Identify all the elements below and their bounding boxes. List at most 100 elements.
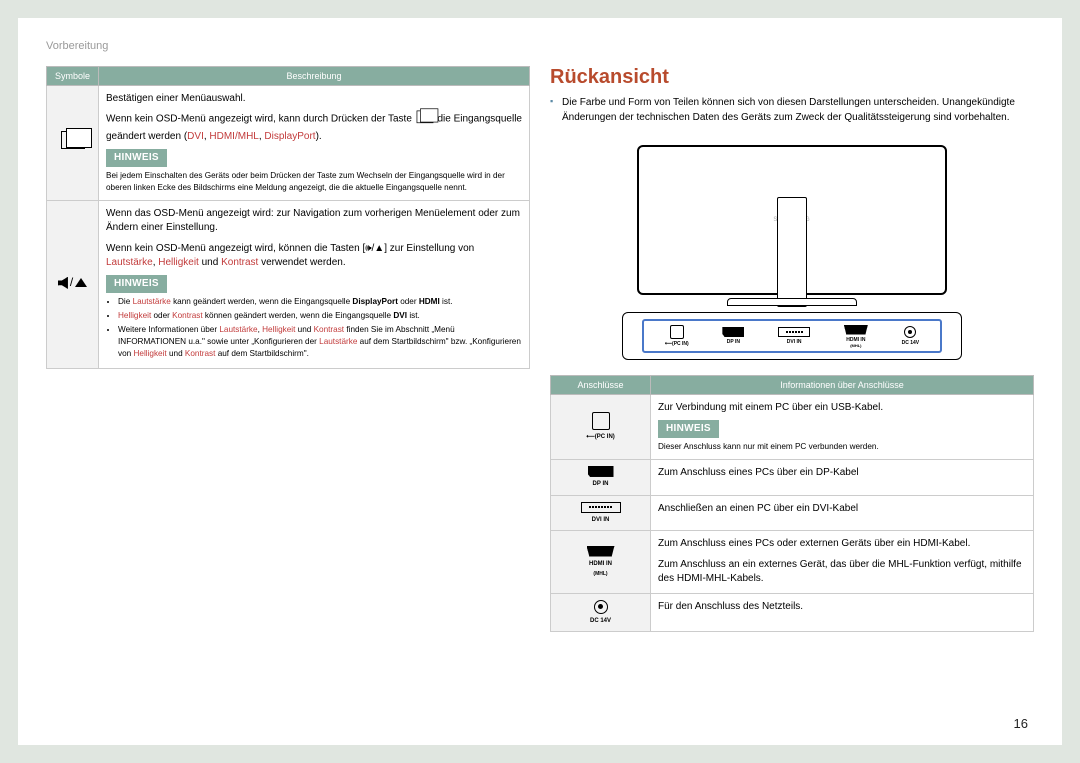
description-cell: Wenn das OSD-Menü angezeigt wird: zur Na… (99, 200, 530, 368)
table-row: DP IN Zum Anschluss eines PCs über ein D… (551, 459, 1034, 495)
connections-table: Anschlüsse Informationen über Anschlüsse… (550, 375, 1034, 632)
port-label: DVI IN (787, 339, 802, 345)
text: ). (316, 131, 322, 142)
symbols-table: Symbole Beschreibung Bestätigen einer Me… (46, 66, 530, 369)
link-dp: DisplayPort (264, 131, 315, 142)
link-contrast: Kontrast (172, 311, 203, 320)
port-panel: ⟵(PC IN) DP IN DVI IN HDMI IN(MHL) DC 14… (622, 312, 962, 360)
no-osd-text: Wenn kein OSD-Menü angezeigt wird, kann … (106, 107, 522, 145)
link-dvi: DVI (187, 131, 204, 142)
no-osd-vol-text: Wenn kein OSD-Menü angezeigt wird, könne… (106, 242, 522, 271)
text: oder (151, 311, 172, 320)
link-contrast: Kontrast (185, 349, 216, 358)
text: Die (118, 297, 133, 306)
dc-port-icon (594, 600, 608, 614)
usb-hinweis: Dieser Anschluss kann nur mit einem PC v… (658, 441, 1026, 453)
link-contrast: Kontrast (314, 325, 345, 334)
link-brightness: Helligkeit (118, 311, 151, 320)
list-item: Die Lautstärke kann geändert werden, wen… (118, 296, 522, 308)
conn-desc: Zum Anschluss eines PCs oder externen Ge… (651, 531, 1034, 594)
link-brightness: Helligkeit (133, 349, 166, 358)
hdmi-port-icon (587, 546, 615, 557)
text: Weitere Informationen über (118, 325, 219, 334)
list-item: Weitere Informationen über Lautstärke, H… (118, 324, 522, 360)
list-item: Helligkeit oder Kontrast können geändert… (118, 310, 522, 322)
link-volume: Lautstärke (106, 257, 153, 268)
hinweis-badge: HINWEIS (106, 275, 167, 294)
link-brightness: Helligkeit (158, 257, 199, 268)
conn-icon-hdmi: HDMI IN (MHL) (551, 531, 651, 594)
text: Wenn kein OSD-Menü angezeigt wird, kann … (106, 113, 415, 124)
text: kann geändert werden, wenn die Eingangsq… (171, 297, 353, 306)
dp-port-icon (588, 466, 614, 477)
port-sublabel: (MHL) (850, 343, 861, 348)
hdmi-desc1: Zum Anschluss eines PCs oder externen Ge… (658, 537, 1026, 552)
hinweis-badge: HINWEIS (658, 420, 719, 439)
table-row: / Wenn das OSD-Menü angezeigt wird: zur … (47, 200, 530, 368)
conn-icon-dc: DC 14V (551, 593, 651, 632)
port-label: DP IN (727, 339, 740, 345)
usb-desc: Zur Verbindung mit einem PC über ein USB… (658, 401, 1026, 416)
port-label: DVI IN (592, 516, 610, 525)
port-dvi: DVI IN (778, 327, 810, 345)
manual-page: Vorbereitung Symbole Beschreibung (18, 18, 1062, 745)
port-label: ⟵(PC IN) (586, 433, 615, 442)
port-highlight-box: ⟵(PC IN) DP IN DVI IN HDMI IN(MHL) DC 14… (642, 319, 942, 353)
conn-icon-dvi: DVI IN (551, 495, 651, 531)
hinweis-list: Die Lautstärke kann geändert werden, wen… (106, 296, 522, 359)
port-label: DC 14V (902, 340, 920, 346)
bold-dvi: DVI (393, 311, 407, 320)
text: auf dem Startbildschirm". (215, 349, 308, 358)
table-row: HDMI IN (MHL) Zum Anschluss eines PCs ode… (551, 531, 1034, 594)
port-sublabel: (MHL) (593, 571, 607, 578)
dvi-port-icon (581, 502, 621, 513)
port-label: HDMI IN (589, 560, 612, 569)
table-row: DVI IN Anschließen an einen PC über ein … (551, 495, 1034, 531)
link-volume: Lautstärke (219, 325, 257, 334)
volume-up-icon: / (58, 274, 87, 291)
th-connections: Anschlüsse (551, 376, 651, 395)
text: Wenn kein OSD-Menü angezeigt wird, könne… (106, 243, 474, 254)
conn-desc: Für den Anschluss des Netzteils. (651, 593, 1034, 632)
rear-view-title: Rückansicht (550, 66, 1034, 89)
two-column-layout: Symbole Beschreibung Bestätigen einer Me… (46, 66, 1034, 727)
table-row: DC 14V Für den Anschluss des Netzteils. (551, 593, 1034, 632)
text: können geändert werden, wenn die Eingang… (203, 311, 394, 320)
source-icon (61, 131, 85, 149)
text: oder (398, 297, 419, 306)
source-icon (416, 110, 433, 123)
hinweis-text: Bei jedem Einschalten des Geräts oder be… (106, 170, 522, 194)
port-hdmi: HDMI IN(MHL) (844, 325, 868, 348)
table-row: Bestätigen einer Menüauswahl. Wenn kein … (47, 86, 530, 201)
text: und (199, 257, 221, 268)
link-volume: Lautstärke (133, 297, 171, 306)
th-conn-info: Informationen über Anschlüsse (651, 376, 1034, 395)
hinweis-badge: HINWEIS (106, 149, 167, 168)
page-number: 16 (1014, 716, 1028, 731)
th-symbols: Symbole (47, 67, 99, 86)
intro-note: Die Farbe und Form von Teilen können sic… (550, 95, 1034, 125)
link-hdmi: HDMI/MHL (209, 131, 258, 142)
monitor-outline: SAMSUNG (637, 145, 947, 295)
port-usb: ⟵(PC IN) (665, 325, 689, 347)
table-row: ⟵(PC IN) Zur Verbindung mit einem PC übe… (551, 395, 1034, 460)
section-header: Vorbereitung (46, 40, 1034, 52)
text: und (295, 325, 313, 334)
conn-desc: Zum Anschluss eines PCs über ein DP-Kabe… (651, 459, 1034, 495)
conn-icon-dp: DP IN (551, 459, 651, 495)
description-cell: Bestätigen einer Menüauswahl. Wenn kein … (99, 86, 530, 201)
link-volume: Lautstärke (319, 337, 357, 346)
conn-desc: Anschließen an einen PC über ein DVI-Kab… (651, 495, 1034, 531)
link-contrast: Kontrast (221, 257, 258, 268)
symbol-cell-volume: / (47, 200, 99, 368)
rear-view-diagram: SAMSUNG ⟵(PC IN) DP IN DVI IN HDMI IN(MH… (550, 135, 1034, 365)
port-label: DP IN (593, 480, 609, 489)
usb-port-icon (592, 412, 610, 430)
text: ist. (440, 297, 453, 306)
conn-desc: Zur Verbindung mit einem PC über ein USB… (651, 395, 1034, 460)
text: ist. (407, 311, 420, 320)
link-brightness: Helligkeit (262, 325, 295, 334)
stand-neck (777, 197, 807, 307)
osd-shown-text: Wenn das OSD-Menü angezeigt wird: zur Na… (106, 207, 522, 236)
port-dp: DP IN (722, 327, 744, 345)
